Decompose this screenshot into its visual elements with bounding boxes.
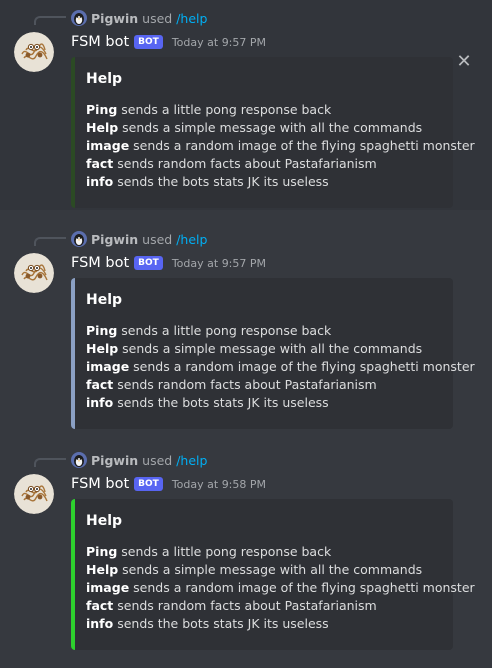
embed: Help Ping sends a little pong response b… <box>71 57 475 208</box>
command-text: sends the bots stats JK its useless <box>113 174 329 189</box>
command-text: sends a simple message with all the comm… <box>118 120 423 135</box>
command-name: Ping <box>86 323 118 338</box>
command-text: sends a simple message with all the comm… <box>118 341 423 356</box>
reply-spine <box>34 237 66 246</box>
command-line: Help sends a simple message with all the… <box>86 561 475 579</box>
command-line: Ping sends a little pong response back <box>86 543 475 561</box>
author-name[interactable]: FSM bot <box>71 34 129 50</box>
message-header: FSM bot BOT Today at 9:57 PM <box>71 252 266 274</box>
embed-description: Ping sends a little pong response back H… <box>86 101 475 191</box>
command-text: sends a random image of the flying spagh… <box>129 138 475 153</box>
embed-title: Help <box>86 71 123 87</box>
command-text: sends the bots stats JK its useless <box>113 616 329 631</box>
reply-username[interactable]: Pigwin <box>91 11 138 26</box>
reply-spine <box>34 458 66 467</box>
author-name[interactable]: FSM bot <box>71 255 129 271</box>
command-text: sends a simple message with all the comm… <box>118 562 423 577</box>
command-line: image sends a random image of the flying… <box>86 579 475 597</box>
command-line: image sends a random image of the flying… <box>86 358 475 376</box>
bot-avatar[interactable] <box>14 253 54 293</box>
command-line: info sends the bots stats JK its useless <box>86 394 475 412</box>
command-text: sends the bots stats JK its useless <box>113 395 329 410</box>
timestamp[interactable]: Today at 9:58 PM <box>172 478 266 491</box>
embed-description: Ping sends a little pong response back H… <box>86 322 475 412</box>
embed: Help Ping sends a little pong response b… <box>71 499 475 650</box>
message: Pigwin used /help FSM bot BOT Today at 9… <box>0 0 492 210</box>
message: Pigwin used /help FSM bot BOT Today at 9… <box>0 442 492 652</box>
message-header: FSM bot BOT Today at 9:58 PM <box>71 473 266 495</box>
bot-avatar[interactable] <box>14 474 54 514</box>
message-header: FSM bot BOT Today at 9:57 PM <box>71 31 266 53</box>
command-text: sends a random image of the flying spagh… <box>129 580 475 595</box>
command-line: info sends the bots stats JK its useless <box>86 615 475 633</box>
penguin-avatar-icon <box>71 10 87 26</box>
command-text: sends random facts about Pastafarianism <box>113 598 377 613</box>
command-line: Help sends a simple message with all the… <box>86 340 475 358</box>
reply-command[interactable]: /help <box>176 232 207 247</box>
command-name: Help <box>86 341 119 356</box>
command-name: Help <box>86 120 119 135</box>
command-line: fact sends random facts about Pastafaria… <box>86 376 475 394</box>
penguin-avatar-icon <box>71 231 87 247</box>
command-line: Ping sends a little pong response back <box>86 322 475 340</box>
reply-command[interactable]: /help <box>176 453 207 468</box>
message: Pigwin used /help FSM bot BOT Today at 9… <box>0 221 492 431</box>
reply-spine <box>34 16 66 25</box>
command-name: image <box>86 359 130 374</box>
timestamp[interactable]: Today at 9:57 PM <box>172 257 266 270</box>
command-line: fact sends random facts about Pastafaria… <box>86 155 475 173</box>
command-text: sends a little pong response back <box>117 323 332 338</box>
embed: Help Ping sends a little pong response b… <box>71 278 475 429</box>
command-text: sends a random image of the flying spagh… <box>129 359 475 374</box>
command-name: Ping <box>86 102 118 117</box>
bot-tag: BOT <box>134 477 163 491</box>
timestamp[interactable]: Today at 9:57 PM <box>172 36 266 49</box>
reply-used-label: used <box>142 452 173 468</box>
penguin-avatar-icon <box>71 452 87 468</box>
command-name: fact <box>86 598 114 613</box>
command-name: info <box>86 174 114 189</box>
reply-used-label: used <box>142 231 173 247</box>
reply-context[interactable]: Pigwin used /help <box>71 450 207 470</box>
embed-description: Ping sends a little pong response back H… <box>86 543 475 633</box>
command-line: Help sends a simple message with all the… <box>86 119 475 137</box>
reply-command[interactable]: /help <box>176 11 207 26</box>
command-name: info <box>86 616 114 631</box>
bot-tag: BOT <box>134 256 163 270</box>
command-name: Ping <box>86 544 118 559</box>
command-text: sends random facts about Pastafarianism <box>113 156 377 171</box>
command-line: info sends the bots stats JK its useless <box>86 173 475 191</box>
reply-used-label: used <box>142 10 173 26</box>
reply-username[interactable]: Pigwin <box>91 453 138 468</box>
command-line: Ping sends a little pong response back <box>86 101 475 119</box>
embed-title: Help <box>86 292 123 308</box>
command-text: sends a little pong response back <box>117 544 332 559</box>
command-line: fact sends random facts about Pastafaria… <box>86 597 475 615</box>
reply-context[interactable]: Pigwin used /help <box>71 8 207 28</box>
command-line: image sends a random image of the flying… <box>86 137 475 155</box>
command-name: image <box>86 138 130 153</box>
command-name: fact <box>86 377 114 392</box>
bot-tag: BOT <box>134 35 163 49</box>
reply-username[interactable]: Pigwin <box>91 232 138 247</box>
command-text: sends a little pong response back <box>117 102 332 117</box>
reply-context[interactable]: Pigwin used /help <box>71 229 207 249</box>
close-icon[interactable]: ✕ <box>456 53 472 71</box>
bot-avatar[interactable] <box>14 32 54 72</box>
embed-title: Help <box>86 513 123 529</box>
author-name[interactable]: FSM bot <box>71 476 129 492</box>
command-name: Help <box>86 562 119 577</box>
command-name: info <box>86 395 114 410</box>
command-name: fact <box>86 156 114 171</box>
command-name: image <box>86 580 130 595</box>
command-text: sends random facts about Pastafarianism <box>113 377 377 392</box>
